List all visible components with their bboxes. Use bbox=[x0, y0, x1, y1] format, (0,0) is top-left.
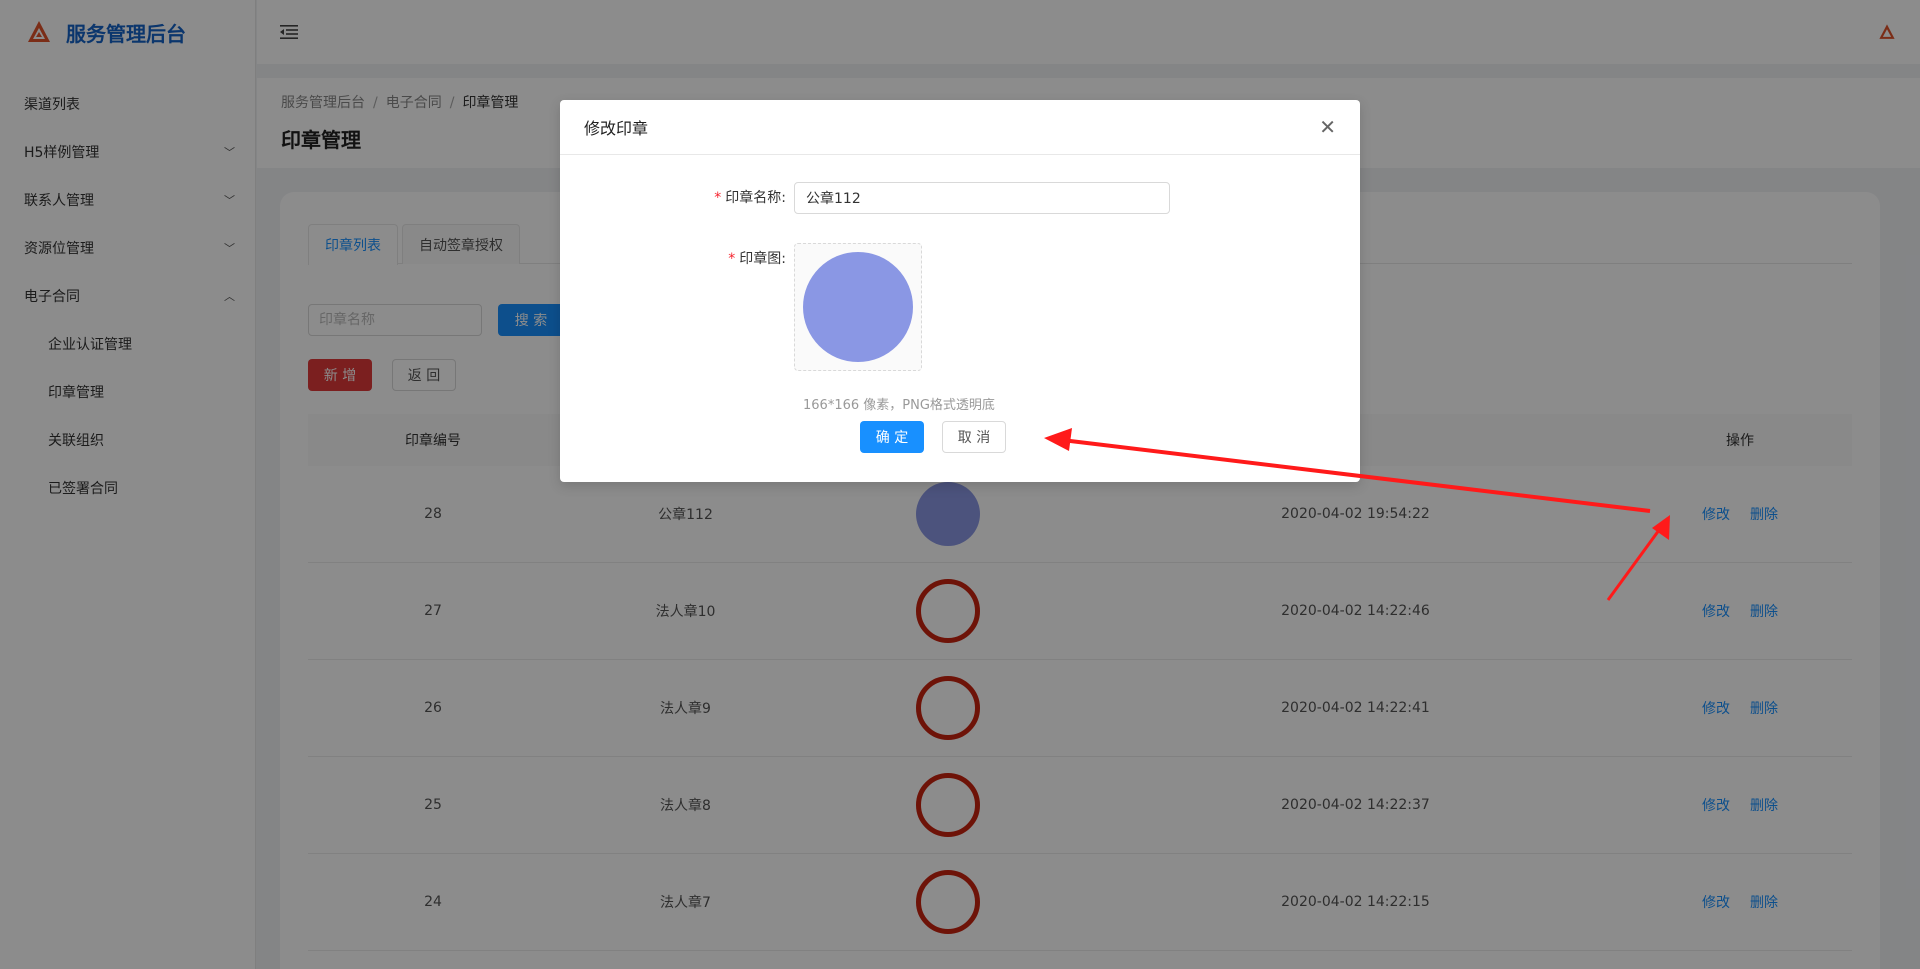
seal-image-upload[interactable] bbox=[794, 243, 922, 371]
form-label-name: * 印章名称: bbox=[714, 190, 786, 206]
form-row-image: * 印章图: bbox=[560, 243, 922, 371]
modal-header: 修改印章 ✕ bbox=[560, 100, 1360, 155]
seal-name-input[interactable] bbox=[794, 182, 1170, 214]
modal-title: 修改印章 bbox=[584, 119, 649, 138]
seal-image-preview bbox=[803, 252, 913, 362]
form-row-name: * 印章名称: bbox=[560, 182, 1170, 214]
upload-hint: 166*166 像素，PNG格式透明底 bbox=[803, 398, 995, 413]
cancel-button[interactable]: 取 消 bbox=[942, 421, 1006, 453]
form-label-image: * 印章图: bbox=[728, 251, 786, 267]
confirm-button[interactable]: 确 定 bbox=[860, 421, 924, 453]
edit-seal-modal: 修改印章 ✕ *印章名称: *印章图: 166*166 像素，PNG格式透明底 … bbox=[560, 100, 1360, 482]
close-icon[interactable]: ✕ bbox=[1319, 117, 1336, 137]
